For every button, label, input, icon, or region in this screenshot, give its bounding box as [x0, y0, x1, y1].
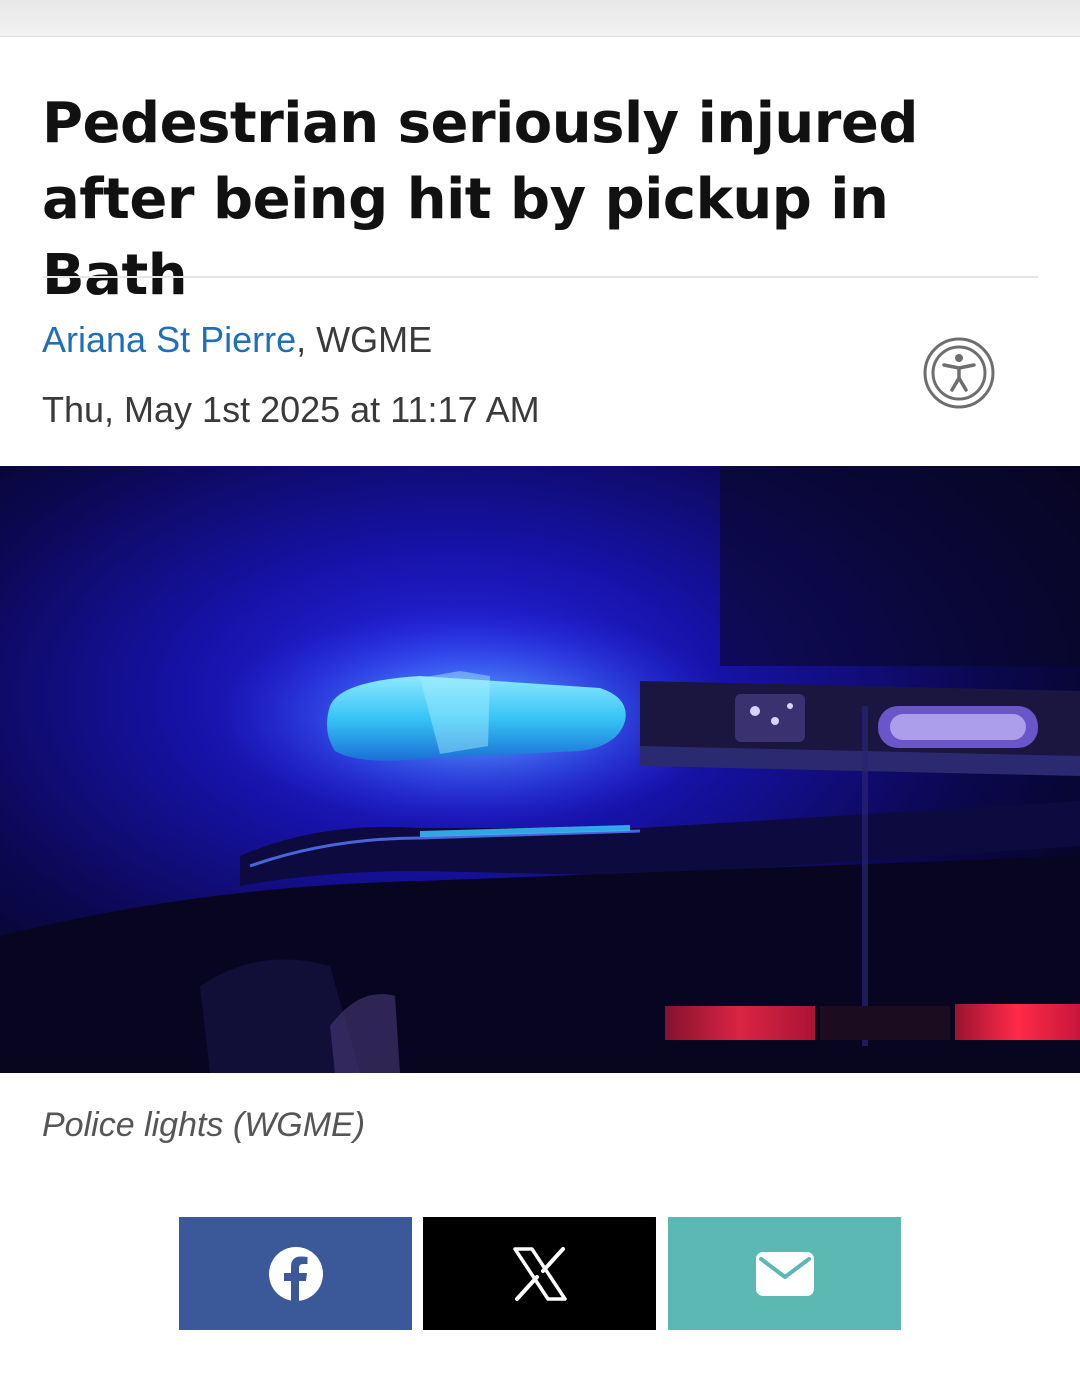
headline-line-1: Pedestrian seriously injured — [42, 91, 918, 156]
police-lights-photo — [0, 466, 1080, 1073]
article-headline: Pedestrian seriously injured after being… — [42, 86, 1042, 314]
author-link[interactable]: Ariana St Pierre — [42, 319, 296, 360]
headline-line-2: after being hit by pickup in Bath — [42, 167, 889, 308]
email-icon — [755, 1251, 814, 1296]
share-x-button[interactable] — [423, 1217, 656, 1330]
outlet-name: WGME — [316, 319, 433, 360]
share-facebook-button[interactable] — [179, 1217, 412, 1330]
image-caption: Police lights (WGME) — [42, 1106, 366, 1144]
accessibility-button[interactable] — [922, 336, 996, 410]
headline-divider — [42, 276, 1038, 278]
browser-top-bar — [0, 0, 1080, 37]
byline: Ariana St Pierre, WGME — [42, 318, 432, 362]
share-buttons — [179, 1217, 901, 1330]
byline-separator: , — [296, 319, 317, 360]
share-email-button[interactable] — [668, 1217, 901, 1330]
accessibility-icon — [923, 337, 995, 409]
facebook-icon — [268, 1246, 323, 1301]
hero-image — [0, 466, 1080, 1073]
x-icon — [512, 1246, 567, 1301]
publish-date: Thu, May 1st 2025 at 11:17 AM — [42, 389, 540, 430]
